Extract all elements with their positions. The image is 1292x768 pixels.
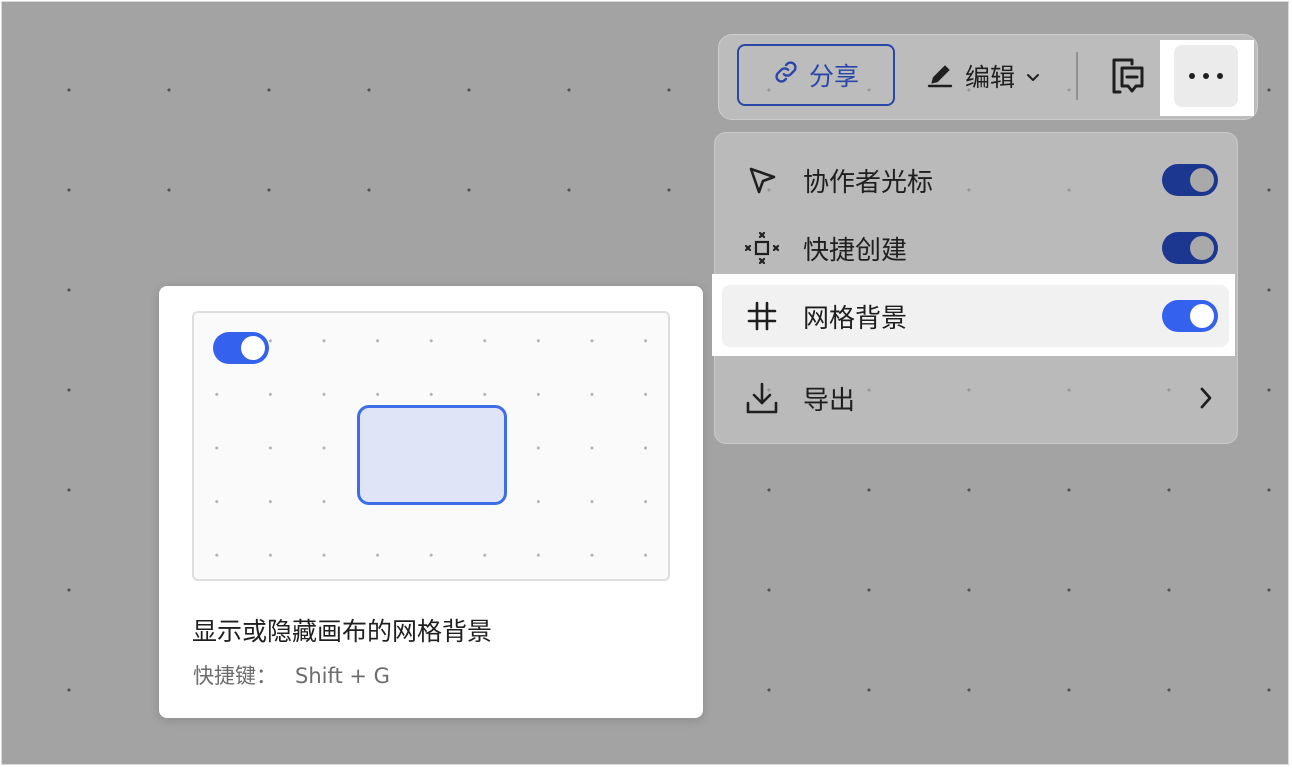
share-label: 分享 bbox=[808, 62, 859, 91]
shortcut-label: 快捷键： bbox=[193, 664, 277, 688]
tooltip-title: 显示或隐藏画布的网格背景 bbox=[192, 617, 493, 646]
edit-button[interactable]: 编辑 bbox=[925, 54, 1041, 98]
tooltip-shortcut: 快捷键： Shift + G bbox=[193, 660, 390, 690]
download-icon bbox=[740, 376, 784, 420]
menu-item-label: 网格背景 bbox=[803, 303, 908, 334]
edit-label: 编辑 bbox=[965, 63, 1016, 92]
share-button[interactable]: 分享 bbox=[737, 44, 895, 106]
preview-toggle bbox=[213, 332, 269, 364]
collaborator-cursor-toggle[interactable] bbox=[1162, 164, 1218, 196]
pencil-icon bbox=[925, 58, 955, 94]
more-dots-icon bbox=[1189, 73, 1223, 79]
menu-item-label: 导出 bbox=[803, 385, 856, 416]
menu-item-label: 快捷创建 bbox=[803, 235, 908, 266]
chevron-down-icon bbox=[1025, 62, 1041, 91]
quick-create-icon bbox=[740, 226, 784, 270]
more-options-button[interactable] bbox=[1174, 45, 1238, 107]
toolbar-divider bbox=[1076, 52, 1078, 100]
menu-item-collaborator-cursor[interactable]: 协作者光标 bbox=[740, 150, 1218, 210]
preview-rectangle-shape bbox=[357, 405, 507, 505]
grid-background-toggle[interactable] bbox=[1162, 300, 1218, 332]
comment-button[interactable] bbox=[1106, 56, 1148, 98]
menu-item-export[interactable]: 导出 bbox=[740, 368, 1218, 428]
menu-item-quick-create[interactable]: 快捷创建 bbox=[740, 218, 1218, 278]
shortcut-keys: Shift + G bbox=[295, 664, 390, 688]
quick-create-toggle[interactable] bbox=[1162, 232, 1218, 264]
menu-item-label: 协作者光标 bbox=[803, 167, 934, 198]
cursor-arrow-icon bbox=[740, 158, 784, 202]
comment-icon bbox=[1112, 58, 1144, 94]
chevron-right-icon bbox=[1198, 385, 1218, 411]
menu-item-grid-background[interactable]: 网格背景 bbox=[740, 286, 1218, 346]
grid-icon bbox=[740, 294, 784, 338]
link-icon bbox=[773, 59, 799, 91]
